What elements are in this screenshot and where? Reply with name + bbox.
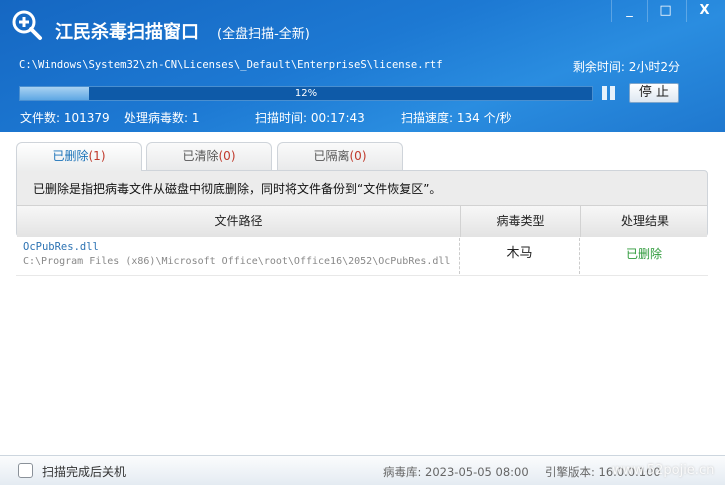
table-header: 文件路径 病毒类型 处理结果 — [17, 205, 707, 237]
scan-progress-bar: 12% — [19, 86, 593, 101]
tab-panel: 已删除是指把病毒文件从磁盘中彻底删除，同时将文件备份到“文件恢复区”。 文件路径… — [16, 170, 708, 237]
scan-header: 江民杀毒扫描窗口 (全盘扫描-全新) _ □ X C:\Windows\Syst… — [0, 0, 725, 132]
watermark: www.52pojie.cn — [612, 463, 715, 478]
scan-time: 扫描时间: 00:17:43 — [255, 111, 365, 125]
tab-count: (0) — [349, 149, 367, 163]
window-subtitle: (全盘扫描-全新) — [217, 27, 310, 42]
tab-description: 已删除是指把病毒文件从磁盘中彻底删除，同时将文件备份到“文件恢复区”。 — [33, 182, 442, 196]
tab-quarantined[interactable]: 已隔离(0) — [277, 142, 403, 170]
stop-button[interactable]: 停 止 — [629, 83, 679, 103]
shutdown-checkbox[interactable] — [18, 463, 33, 478]
tab-cleaned[interactable]: 已清除(0) — [146, 142, 272, 170]
table-row[interactable]: OcPubRes.dll C:\Program Files (x86)\Micr… — [16, 238, 708, 276]
current-file-path: C:\Windows\System32\zh-CN\Licenses\_Defa… — [19, 59, 443, 71]
tab-label: 已清除 — [182, 149, 219, 163]
tab-label: 已隔离 — [313, 149, 350, 163]
status-bar: 扫描完成后关机 病毒库: 2023-05-05 08:00 引擎版本: 16.0… — [0, 455, 725, 485]
shutdown-label[interactable]: 扫描完成后关机 — [42, 463, 126, 480]
header-result[interactable]: 处理结果 — [580, 206, 709, 237]
maximize-button[interactable]: □ — [647, 0, 683, 22]
pause-button[interactable] — [602, 86, 616, 100]
header-file-path[interactable]: 文件路径 — [17, 206, 460, 237]
tab-count: (1) — [88, 149, 106, 163]
results-area: 已删除(1) 已清除(0) 已隔离(0) 已删除是指把病毒文件从磁盘中彻底删除，… — [0, 132, 725, 455]
tab-label: 已删除 — [52, 149, 89, 163]
scan-speed: 扫描速度: 134 个/秒 — [401, 111, 512, 125]
progress-label: 12% — [294, 88, 318, 99]
virus-type: 木马 — [459, 238, 579, 274]
tab-deleted[interactable]: 已删除(1) — [16, 142, 142, 171]
virus-db-version: 病毒库: 2023-05-05 08:00 — [383, 465, 529, 479]
header-virus-type[interactable]: 病毒类型 — [460, 206, 580, 237]
close-button[interactable]: X — [686, 0, 722, 22]
remaining-time: 剩余时间: 2小时2分 — [572, 60, 680, 74]
file-count: 文件数: 101379 — [20, 111, 110, 125]
tab-count: (0) — [218, 149, 236, 163]
minimize-button[interactable]: _ — [611, 0, 647, 22]
window-title: 江民杀毒扫描窗口 — [55, 22, 199, 43]
file-name: OcPubRes.dll — [23, 241, 99, 253]
file-path: C:\Program Files (x86)\Microsoft Office\… — [23, 256, 451, 267]
handled-count: 处理病毒数: 1 — [124, 111, 200, 125]
result-status: 已删除 — [579, 238, 708, 274]
magnifier-plus-icon — [12, 10, 42, 40]
